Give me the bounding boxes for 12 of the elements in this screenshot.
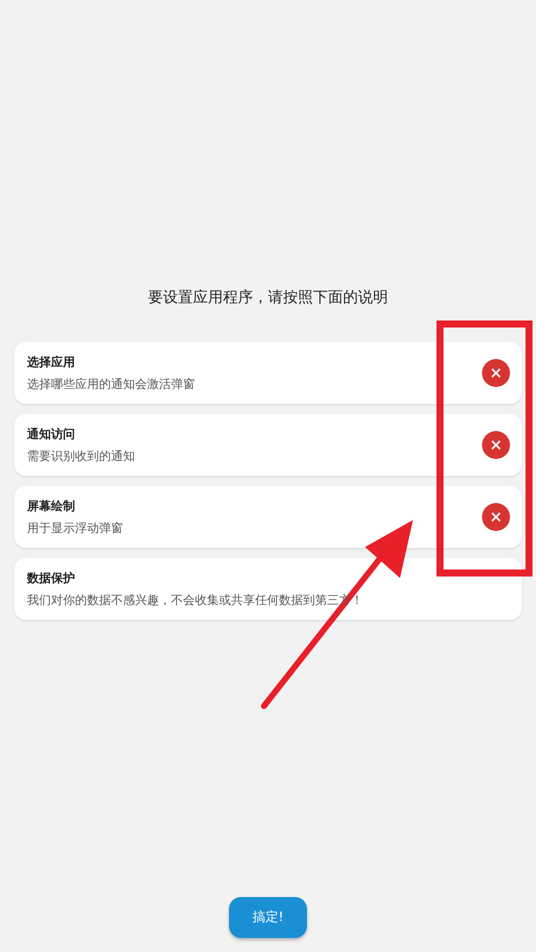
step-title: 数据保护: [27, 570, 76, 586]
permission-card[interactable]: 选择应用 选择哪些应用的通知会激活弹窗: [14, 342, 522, 404]
permission-card[interactable]: 屏幕绘制 用于显示浮动弹窗: [14, 486, 522, 548]
step-title: 通知访问: [27, 426, 76, 442]
step-title: 屏幕绘制: [27, 498, 76, 514]
step-description: 需要识别收到的通知: [27, 448, 136, 464]
step-description: 用于显示浮动弹窗: [27, 520, 124, 536]
step-description: 选择哪些应用的通知会激活弹窗: [27, 376, 196, 392]
instructions-heading: 要设置应用程序，请按照下面的说明: [147, 287, 389, 308]
step-title: 选择应用: [27, 354, 76, 370]
done-button[interactable]: 搞定!: [229, 897, 307, 938]
permission-card[interactable]: 通知访问 需要识别收到的通知: [14, 414, 522, 476]
